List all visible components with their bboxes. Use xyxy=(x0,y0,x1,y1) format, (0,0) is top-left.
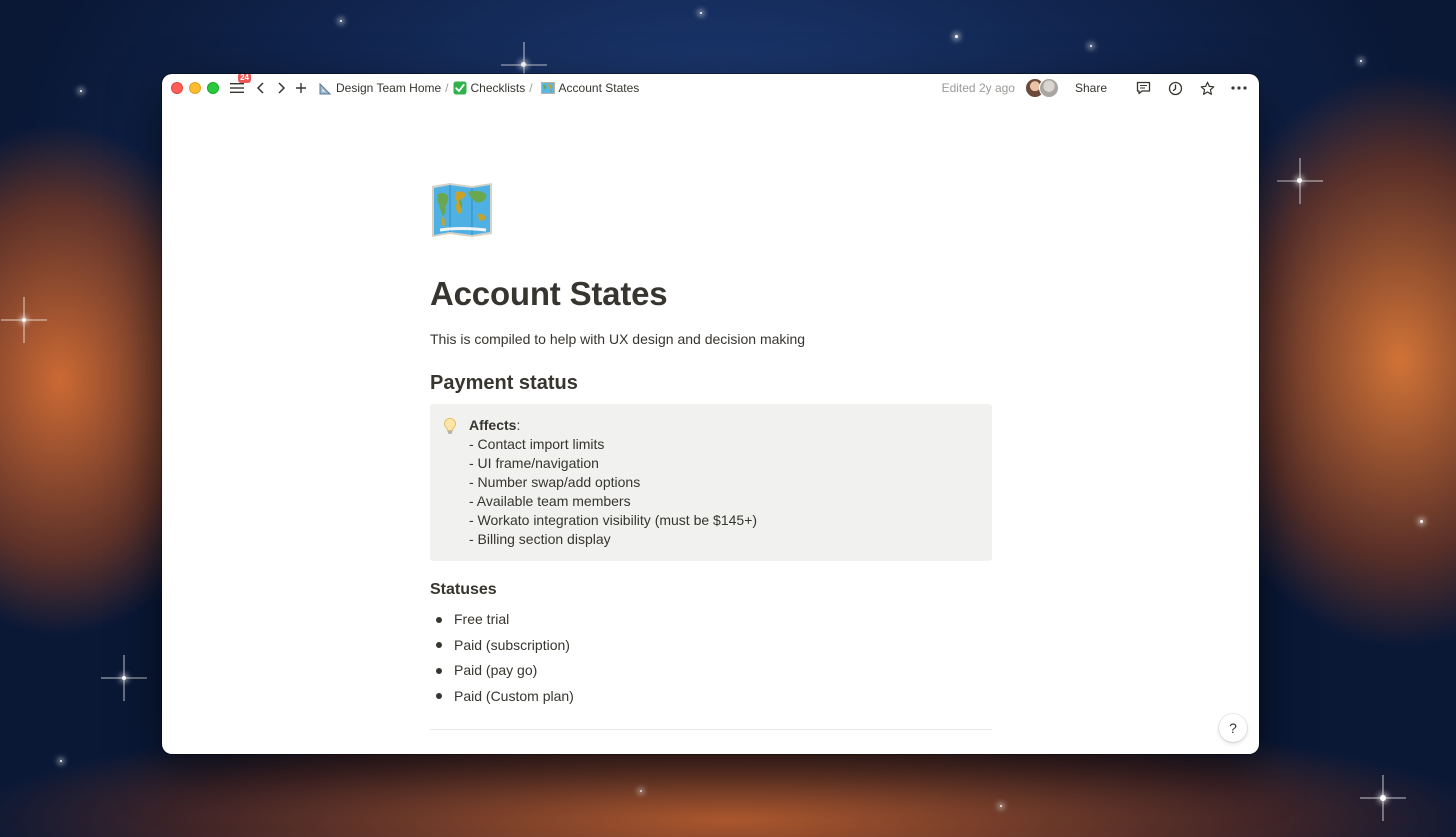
list-item-text: Paid (Custom plan) xyxy=(454,687,574,704)
background-star xyxy=(340,20,342,22)
background-star xyxy=(1297,178,1302,183)
breadcrumb-label: Checklists xyxy=(470,81,526,95)
forward-button[interactable] xyxy=(271,78,291,98)
callout-line: - Contact import limits xyxy=(469,436,605,452)
new-page-button[interactable] xyxy=(291,78,311,98)
close-window-button[interactable] xyxy=(171,82,183,94)
callout-heading: Affects xyxy=(469,417,517,433)
help-button[interactable]: ? xyxy=(1219,714,1247,742)
world-map-icon xyxy=(540,81,555,95)
callout-heading-suffix: : xyxy=(516,417,521,433)
world-map-icon[interactable] xyxy=(430,182,494,238)
background-star xyxy=(1360,60,1362,62)
statuses-list: Free trial Paid (subscription) Paid (pay… xyxy=(430,607,992,709)
edited-timestamp: Edited 2y ago xyxy=(941,81,1015,95)
page-content: Account States This is compiled to help … xyxy=(430,182,992,709)
callout-line: - Available team members xyxy=(469,493,631,509)
collaborator-avatars[interactable] xyxy=(1024,78,1059,98)
more-dots-icon xyxy=(1231,86,1247,90)
back-button[interactable] xyxy=(251,78,271,98)
breadcrumb-separator: / xyxy=(445,81,449,95)
bullet-icon xyxy=(436,642,442,649)
comments-button[interactable] xyxy=(1133,78,1153,98)
list-item-text: Paid (pay go) xyxy=(454,662,538,678)
chevron-right-icon xyxy=(278,82,286,94)
bullet-icon xyxy=(436,667,442,674)
affects-callout[interactable]: Affects: - Contact import limits - UI fr… xyxy=(430,404,992,561)
updates-button[interactable] xyxy=(1165,78,1185,98)
share-button[interactable]: Share xyxy=(1075,81,1107,95)
topbar-actions: Edited 2y ago Share xyxy=(942,78,1249,98)
minimize-window-button[interactable] xyxy=(189,82,201,94)
window-controls xyxy=(171,82,219,94)
breadcrumb-checklists[interactable]: Checklists xyxy=(450,81,529,95)
notification-badge: 24 xyxy=(238,74,251,83)
page-title[interactable]: Account States xyxy=(430,274,992,314)
list-item[interactable]: Free trial xyxy=(430,607,992,633)
statuses-heading[interactable]: Statuses xyxy=(430,579,992,601)
avatar[interactable] xyxy=(1038,78,1059,98)
bullet-icon xyxy=(436,693,442,700)
star-icon xyxy=(1200,81,1214,95)
list-item[interactable]: Paid (Custom plan) xyxy=(430,684,992,710)
background-star xyxy=(955,35,958,38)
breadcrumb-separator: / xyxy=(529,81,533,95)
list-item-text: Free trial xyxy=(454,611,510,627)
background-star xyxy=(60,760,62,762)
callout-line: - UI frame/navigation xyxy=(469,455,599,471)
breadcrumb: Design Team Home / Checklists / Account … xyxy=(315,81,642,95)
app-window: 24 Design Team Home / Checklists / Accou… xyxy=(162,74,1259,754)
sidebar-toggle-button[interactable]: 24 xyxy=(227,74,251,98)
list-item-text: Paid (subscription) xyxy=(454,636,570,653)
more-options-button[interactable] xyxy=(1229,78,1249,98)
breadcrumb-label: Design Team Home xyxy=(336,81,442,95)
callout-heading-line: Affects: xyxy=(469,416,757,435)
callout-text: Affects: - Contact import limits - UI fr… xyxy=(469,416,757,549)
chevron-left-icon xyxy=(256,82,264,94)
list-item[interactable]: Paid (pay go) xyxy=(430,658,992,684)
list-item[interactable]: Paid (subscription) xyxy=(430,633,992,659)
background-star xyxy=(1090,45,1092,47)
section-heading-payment-status[interactable]: Payment status xyxy=(430,370,992,396)
plus-icon xyxy=(296,83,306,93)
background-star xyxy=(700,12,702,14)
green-check-icon xyxy=(453,81,467,95)
callout-line: - Billing section display xyxy=(469,531,611,547)
triangle-ruler-icon xyxy=(318,81,332,95)
breadcrumb-account-states[interactable]: Account States xyxy=(538,81,643,95)
page-subtitle[interactable]: This is compiled to help with UX design … xyxy=(430,328,992,350)
divider xyxy=(430,729,992,730)
callout-line: - Workato integration visibility (must b… xyxy=(469,512,758,528)
zoom-window-button[interactable] xyxy=(207,82,219,94)
lightbulb-icon[interactable] xyxy=(442,417,458,435)
background-star xyxy=(1000,805,1002,807)
background-star xyxy=(521,62,526,67)
menu-lines-icon xyxy=(230,83,244,93)
breadcrumb-design-team-home[interactable]: Design Team Home xyxy=(315,81,444,95)
background-star xyxy=(22,318,26,322)
background-star xyxy=(640,790,642,792)
background-star xyxy=(80,90,82,92)
breadcrumb-label: Account States xyxy=(558,81,640,95)
callout-line: - Number swap/add options xyxy=(469,474,641,490)
history-clock-icon xyxy=(1168,81,1182,95)
comment-icon xyxy=(1136,81,1150,95)
background-star xyxy=(122,676,126,680)
favorite-button[interactable] xyxy=(1197,78,1217,98)
bullet-icon xyxy=(436,616,442,623)
background-star xyxy=(1380,795,1386,801)
top-bar: 24 Design Team Home / Checklists / Accou… xyxy=(162,74,1259,102)
background-star xyxy=(1420,520,1423,523)
